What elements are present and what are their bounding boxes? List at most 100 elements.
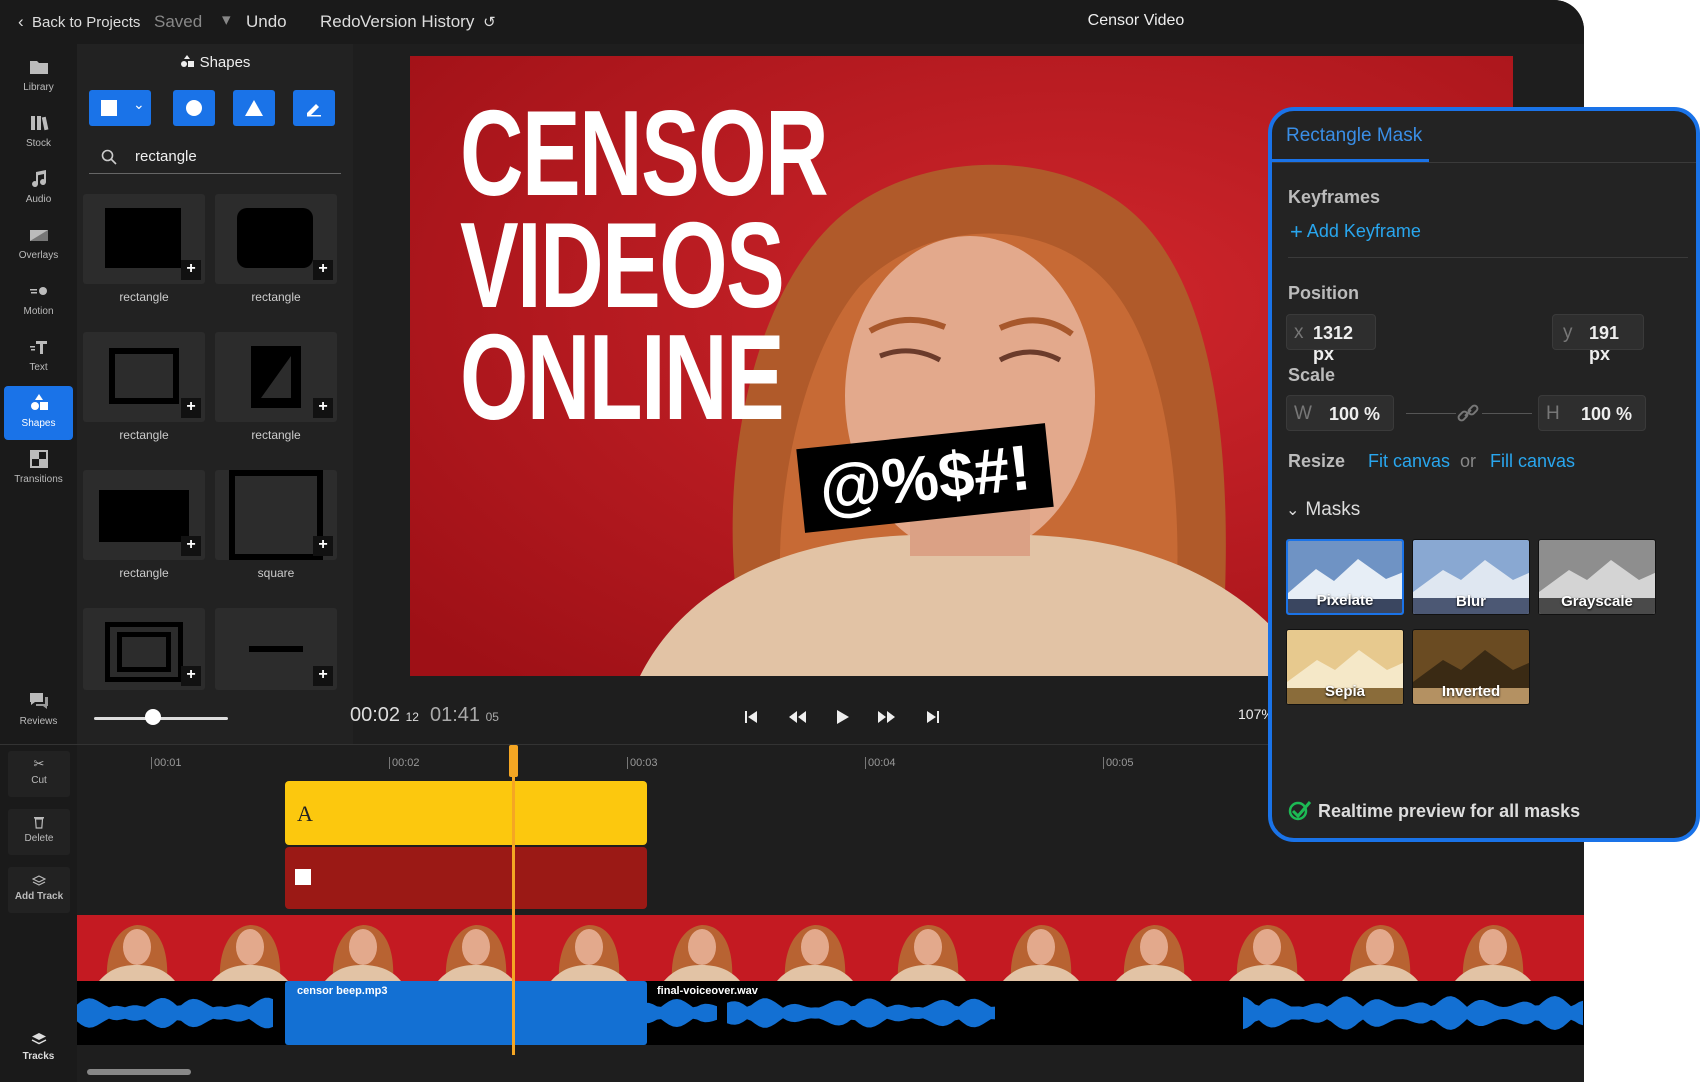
scale-height-field[interactable]: H 100 % [1538,395,1646,431]
search-input[interactable]: rectangle [135,148,197,165]
add-icon[interactable]: + [313,666,333,686]
shape-thumb-line[interactable]: + [215,608,337,690]
skip-to-end-icon[interactable] [922,706,944,728]
rewind-icon[interactable] [786,706,808,728]
mask-option-pixelate[interactable]: Pixelate [1286,539,1404,615]
saved-status: Saved [154,12,203,31]
or-label: or [1460,451,1477,471]
checkmark-icon [1288,801,1312,821]
motion-icon [29,287,47,295]
keyframes-label: Keyframes [1288,187,1381,207]
link-aspect-ratio-icon[interactable] [1456,401,1480,425]
sidebar-item-reviews[interactable]: Reviews [4,684,73,738]
add-keyframe-button[interactable]: + Add Keyframe [1290,219,1421,245]
tab-rectangle-mask[interactable]: Rectangle Mask [1286,125,1422,147]
thumbnail-size-slider[interactable] [94,717,228,720]
sidebar-item-library[interactable]: Library [4,50,73,104]
sidebar-item-shapes[interactable]: Shapes [4,386,73,440]
version-history-button[interactable]: Version History ↺ [360,12,496,32]
back-to-projects-button[interactable]: ‹ Back to Projects [18,12,140,32]
circle-tool-button[interactable] [173,90,215,126]
rectangle-diagonal-shape-icon [251,346,301,408]
add-icon[interactable]: + [313,398,333,418]
fill-canvas-button[interactable]: Fill canvas [1490,451,1575,472]
total-time: 01:41 05 [430,704,499,726]
sidebar-item-motion[interactable]: Motion [4,274,73,328]
playhead[interactable] [512,745,515,1055]
position-label: Position [1288,283,1359,303]
tracks-button[interactable]: Tracks [4,1025,73,1075]
skip-to-start-icon[interactable] [740,706,762,728]
rectangle-tool-button[interactable]: ⌄ [89,90,151,126]
mask-option-sepia[interactable]: Sepia [1286,629,1404,705]
cut-button[interactable]: ✂ Cut [8,751,70,797]
audio-clip-label: censor beep.mp3 [297,985,388,997]
scale-width-field[interactable]: W 100 % [1286,395,1394,431]
project-title: Censor Video [1087,12,1185,29]
add-icon[interactable]: + [181,398,201,418]
current-time: 00:02 12 [350,704,419,726]
shape-clip[interactable] [285,847,647,909]
audio-clip-label: final-voiceover.wav [657,985,758,997]
thumbnail-size-slider-handle[interactable] [144,709,161,725]
shape-search[interactable]: rectangle [89,140,341,174]
play-icon[interactable] [831,706,853,728]
position-x-field[interactable]: x 1312 px [1286,314,1376,364]
headline-line-3: ONLINE [460,309,785,445]
folder-icon [29,61,48,74]
shapes-panel-title: Shapes [77,54,353,71]
shape-label: square [257,566,295,580]
fit-canvas-button[interactable]: Fit canvas [1368,451,1450,472]
transitions-icon [29,450,48,468]
pen-tool-button[interactable] [293,90,335,126]
sidebar-item-transitions[interactable]: Transitions [4,442,73,496]
mask-option-blur[interactable]: Blur [1412,539,1530,615]
triangle-tool-button[interactable] [233,90,275,126]
sidebar-item-text[interactable]: Text [4,330,73,384]
add-layers-icon [32,875,46,886]
masks-section-toggle[interactable]: ⌄ Masks [1286,499,1360,521]
add-icon[interactable]: + [313,260,333,280]
redo-button[interactable]: Redo [320,12,361,32]
sidebar-item-stock[interactable]: Stock [4,106,73,160]
delete-button[interactable]: Delete [8,809,70,855]
rectangle-outline-shape-icon [109,348,179,404]
sidebar-item-audio[interactable]: Audio [4,162,73,216]
ruler-tick: 00:05 [1103,757,1134,769]
sidebar-item-overlays[interactable]: Overlays [4,218,73,272]
position-y-field[interactable]: y 191 px [1552,314,1644,364]
shape-thumb-square-outline[interactable]: + [215,470,337,560]
text-clip[interactable]: A [285,781,647,845]
scale-label: Scale [1288,365,1336,385]
shape-thumb-wide-rectangle[interactable]: + [83,470,205,560]
shape-thumb-rectangle-outline[interactable]: + [83,332,205,422]
add-icon[interactable]: + [181,260,201,280]
chat-bubbles-icon [29,693,48,709]
video-track[interactable] [77,915,1584,981]
add-icon[interactable]: + [313,536,333,556]
ruler-tick: 00:02 [389,757,420,769]
shape-thumb-rectangle-filled[interactable]: + [83,194,205,284]
playhead-handle[interactable] [509,745,518,777]
mask-option-grayscale[interactable]: Grayscale [1538,539,1656,615]
triangle-icon [245,100,263,116]
rectangle-mask-panel: Rectangle Mask Keyframes + Add Keyframe P… [1268,107,1700,842]
add-track-button[interactable]: Add Track [8,867,70,913]
ruler-tick: 00:03 [627,757,658,769]
caret-down-icon[interactable]: ▾ [222,10,231,30]
censor-beep-audio-clip[interactable]: censor beep.mp3 [285,981,647,1045]
undo-button[interactable]: Undo [246,12,287,32]
add-icon[interactable]: + [181,536,201,556]
wide-rectangle-shape-icon [99,490,189,542]
shape-label: rectangle [119,566,169,580]
resize-label: Resize [1288,451,1346,471]
shape-thumb-rounded-rectangle[interactable]: + [215,194,337,284]
shape-thumb-rectangle-diagonal[interactable]: + [215,332,337,422]
fast-forward-icon[interactable] [876,706,898,728]
books-icon [30,116,48,131]
add-icon[interactable]: + [181,666,201,686]
shape-thumb-double-frame[interactable]: + [83,608,205,690]
mask-option-inverted[interactable]: Inverted [1412,629,1530,705]
timeline-scrollbar[interactable] [87,1069,191,1075]
shapes-icon [180,55,194,69]
